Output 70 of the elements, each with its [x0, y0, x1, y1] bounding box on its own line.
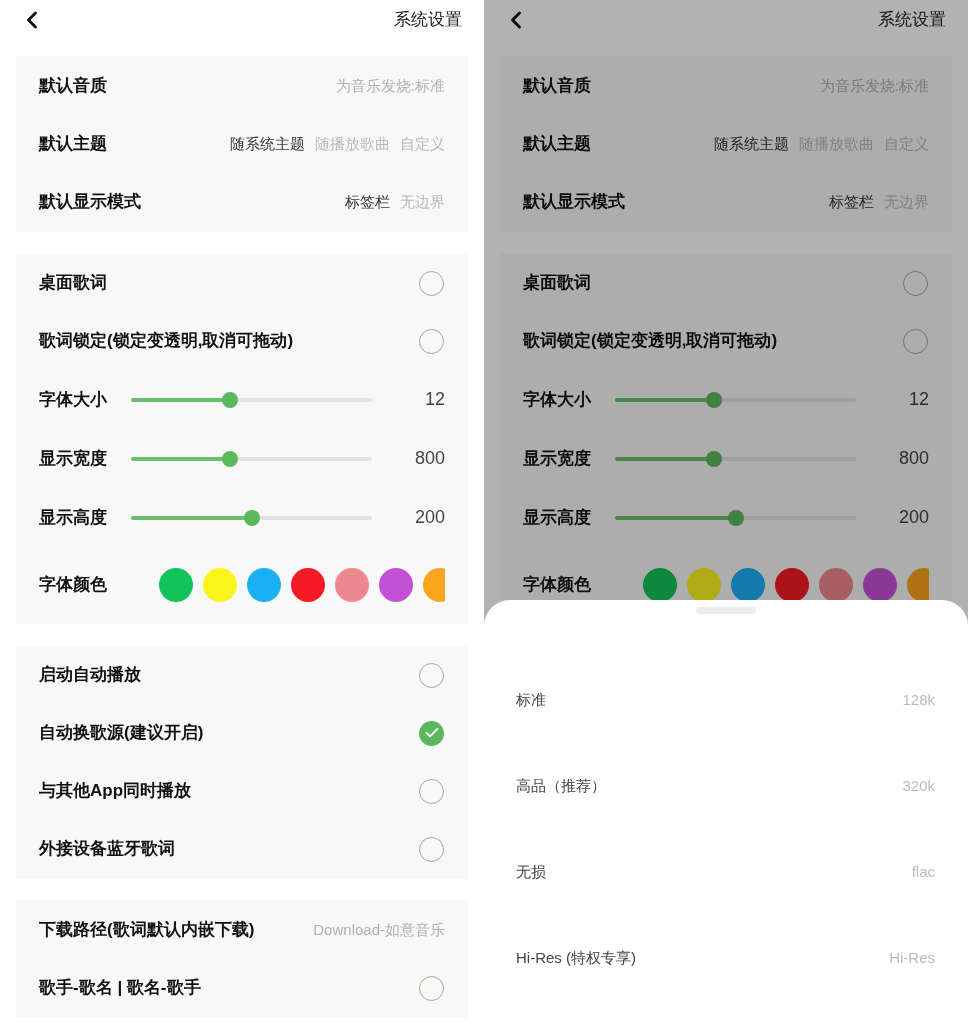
color-swatch[interactable]: [379, 568, 413, 602]
setting-label: 桌面歌词: [39, 272, 107, 295]
option-choice[interactable]: 随系统主题: [714, 132, 789, 156]
color-swatch[interactable]: [731, 568, 765, 602]
slider-thumb[interactable]: [727, 509, 744, 526]
color-swatch[interactable]: [159, 568, 193, 602]
slider-reading: 12: [908, 388, 929, 411]
slider-thumb[interactable]: [705, 450, 722, 467]
option-choice[interactable]: 无边界: [400, 190, 445, 214]
slider-track[interactable]: [615, 509, 856, 526]
slider-reading: 200: [898, 506, 929, 529]
setting-label: 显示高度: [523, 507, 591, 527]
setting-label: 显示宽度: [523, 448, 591, 468]
slider-thumb[interactable]: [221, 391, 238, 408]
slider-thumb[interactable]: [221, 450, 238, 467]
setting-label: 显示宽度: [39, 448, 107, 468]
slider-thumb[interactable]: [705, 391, 722, 408]
option-choice[interactable]: 随播放歌曲: [315, 132, 390, 156]
setting-label: 与其他App同时播放: [39, 780, 192, 803]
slider-track[interactable]: [615, 391, 856, 408]
setting-label: 默认主题: [523, 133, 591, 156]
setting-value[interactable]: 为音乐发烧:标准: [335, 74, 445, 98]
color-swatch[interactable]: [643, 568, 677, 602]
setting-label: 启动自动播放: [39, 664, 141, 687]
setting-value[interactable]: Download-如意音乐: [313, 918, 445, 942]
setting-label: 歌手-歌名 | 歌名-歌手: [39, 977, 201, 1000]
quality-option[interactable]: 高品（推荐） 320k: [484, 743, 968, 829]
quality-option[interactable]: 标准 128k: [484, 657, 968, 743]
slider-reading: 12: [424, 388, 445, 411]
setting-label: 歌词锁定(锁定变透明,取消可拖动): [523, 330, 778, 353]
slider-track[interactable]: [131, 509, 372, 526]
setting-label: 默认音质: [523, 75, 591, 98]
slider-reading: 800: [898, 447, 929, 470]
setting-label: 显示高度: [39, 507, 107, 527]
setting-label: 下载路径(歌词默认内嵌下载): [39, 919, 255, 942]
slider-reading: 800: [414, 447, 445, 470]
page-title: 系统设置: [878, 9, 946, 32]
setting-label: 默认显示模式: [523, 191, 625, 214]
setting-label: 字体大小: [39, 389, 107, 409]
setting-label: 歌词锁定(锁定变透明,取消可拖动): [39, 330, 294, 353]
option-choice[interactable]: 自定义: [400, 132, 445, 156]
option-choice[interactable]: 随系统主题: [230, 132, 305, 156]
color-swatch[interactable]: [203, 568, 237, 602]
color-swatch[interactable]: [291, 568, 325, 602]
setting-label: 字体大小: [523, 389, 591, 409]
setting-label: 默认音质: [39, 75, 107, 98]
page-title: 系统设置: [394, 9, 462, 32]
color-swatch[interactable]: [863, 568, 897, 602]
setting-label: 字体颜色: [523, 574, 591, 597]
color-swatch[interactable]: [335, 568, 369, 602]
checkbox[interactable]: [419, 720, 444, 746]
slider-track[interactable]: [615, 450, 856, 467]
slider-thumb[interactable]: [243, 509, 260, 526]
color-swatch[interactable]: [247, 568, 281, 602]
color-swatch[interactable]: [775, 568, 809, 602]
slider-track[interactable]: [131, 391, 372, 408]
color-swatch[interactable]: [819, 568, 853, 602]
quality-option[interactable]: Hi-Res (特权专享) Hi-Res: [484, 915, 968, 1001]
setting-label: 自动换歌源(建议开启): [39, 722, 204, 745]
quality-option[interactable]: 无损 flac: [484, 829, 968, 915]
setting-label: 字体颜色: [39, 574, 107, 597]
setting-label: 桌面歌词: [523, 272, 591, 295]
slider-track[interactable]: [131, 450, 372, 467]
option-choice[interactable]: 标签栏: [829, 190, 874, 214]
setting-label: 外接设备蓝牙歌词: [39, 838, 175, 861]
setting-label: 默认显示模式: [39, 191, 141, 214]
option-choice[interactable]: 标签栏: [345, 190, 390, 214]
setting-label: 默认主题: [39, 133, 107, 156]
color-swatch[interactable]: [687, 568, 721, 602]
slider-reading: 200: [414, 506, 445, 529]
